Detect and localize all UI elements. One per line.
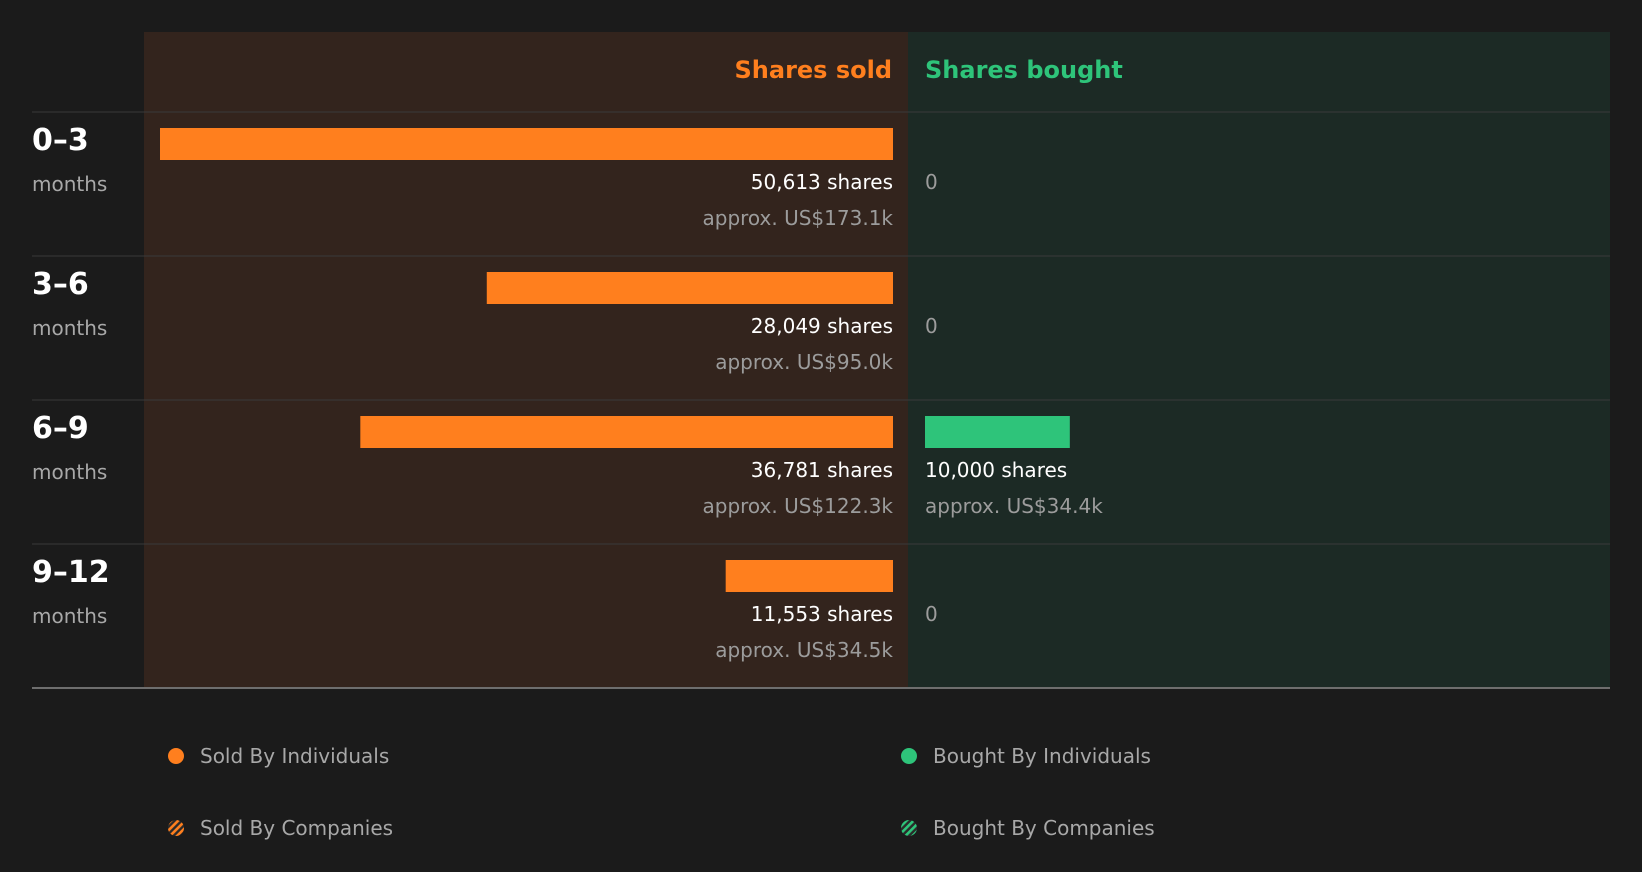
legend-swatch [901,820,917,836]
sold-shares-label: 36,781 shares [751,458,893,482]
legend-item: Bought By Companies [901,816,1155,840]
period-unit: months [32,460,107,484]
sold-bar [725,560,893,592]
period-label: 6–9 [32,411,89,446]
period-label: 0–3 [32,123,89,158]
legend-item: Sold By Individuals [168,744,389,768]
sold-bar [160,128,893,160]
period-unit: months [32,172,107,196]
period-unit: months [32,604,107,628]
legend-label: Sold By Individuals [200,744,389,768]
period-label: 3–6 [32,267,89,302]
sold-bar [486,272,893,304]
bought-panel [908,32,1610,687]
legend-label: Bought By Companies [933,816,1155,840]
legend-label: Bought By Individuals [933,744,1151,768]
sold-value-label: approx. US$34.5k [715,638,893,662]
bought-shares-label: 0 [925,314,938,338]
period-label: 9–12 [32,555,110,590]
sold-value-label: approx. US$95.0k [715,350,893,374]
legend: Sold By Individuals Bought By Individuals… [168,744,1155,840]
bought-shares-label: 0 [925,602,938,626]
legend-swatch [168,748,184,764]
bought-value-label: approx. US$34.4k [925,494,1103,518]
legend-swatch [168,820,184,836]
bought-column-header: Shares bought [925,56,1123,84]
sold-column-header: Shares sold [735,56,893,84]
sold-shares-label: 11,553 shares [751,602,893,626]
sold-bar [360,416,894,448]
legend-item: Bought By Individuals [901,744,1151,768]
legend-label: Sold By Companies [200,816,393,840]
insider-trading-chart: Shares sold Shares bought 0–3 months 50,61… [32,32,1610,840]
period-unit: months [32,316,107,340]
legend-item: Sold By Companies [168,816,393,840]
sold-shares-label: 28,049 shares [751,314,893,338]
sold-shares-label: 50,613 shares [751,170,893,194]
legend-swatch [901,748,917,764]
bought-shares-label: 0 [925,170,938,194]
bought-shares-label: 10,000 shares [925,458,1067,482]
sold-value-label: approx. US$122.3k [703,494,894,518]
bought-bar [925,416,1070,448]
sold-value-label: approx. US$173.1k [703,206,894,230]
